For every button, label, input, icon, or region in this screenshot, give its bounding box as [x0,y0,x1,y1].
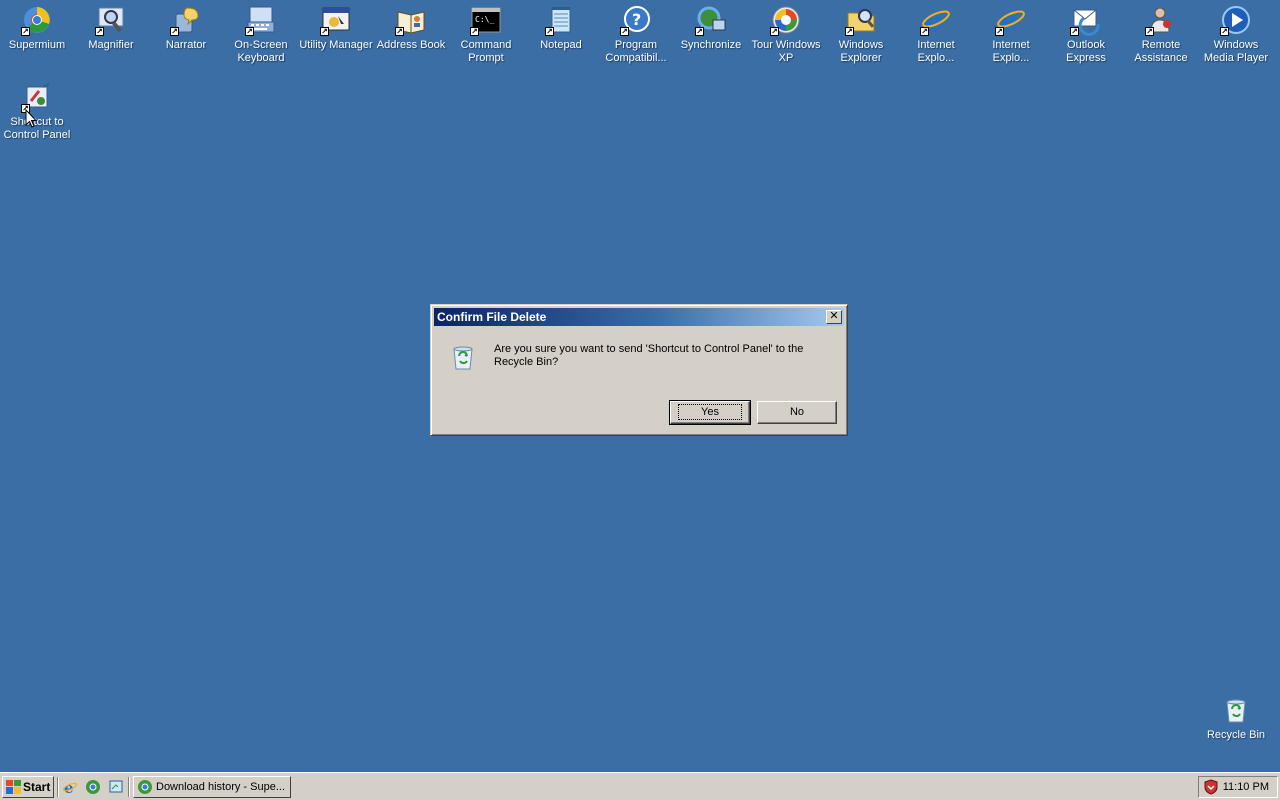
show-desktop-icon[interactable] [108,779,124,795]
supermium-icon: ↗ [21,4,53,36]
supermium-icon [138,780,152,794]
tour-icon: ↗ [770,4,802,36]
desktop-icon-remote-assistance[interactable]: ↗ Remote Assistance [1124,2,1198,65]
clock[interactable]: 11:10 PM [1223,777,1269,797]
supermium-icon[interactable] [85,779,101,795]
desktop-icon-program-compatibility[interactable]: ? ↗ Program Compatibil... [599,2,673,65]
mouse-cursor-icon [25,109,37,128]
desktop-icon-control-panel-shortcut[interactable]: ↗ Shortcut to Control Panel [0,79,74,142]
dialog-message: Are you sure you want to send 'Shortcut … [494,343,804,368]
desktop-icon-command-prompt[interactable]: C:\_ ↗ Command Prompt [449,2,523,65]
quick-launch-separator [57,777,59,797]
yes-button-label: Yes [678,404,742,420]
desktop-icon-narrator[interactable]: ↗ Narrator [149,2,223,52]
desktop-icon-recycle-bin[interactable]: Recycle Bin [1199,692,1273,742]
recycle-bin-icon [1220,694,1252,726]
svg-text:C:\_: C:\_ [475,15,494,24]
utility-manager-icon: ↗ [320,4,352,36]
system-tray: 11:10 PM [1198,776,1278,798]
folder-icon: ↗ [845,4,877,36]
yes-button[interactable]: Yes [669,400,751,425]
quick-launch-separator [128,777,130,797]
windows-flag-icon [6,780,21,794]
dialog-titlebar[interactable]: Confirm File Delete ✕ [434,308,844,326]
help-icon: ? ↗ [620,4,652,36]
no-button-label: No [789,406,805,418]
desktop-icon-windows-explorer[interactable]: ↗ Windows Explorer [824,2,898,65]
desktop-icon-internet-explorer-1[interactable]: e ↗ Internet Explo... [899,2,973,65]
desktop-icon-magnifier[interactable]: ↗ Magnifier [74,2,148,52]
notepad-icon: ↗ [545,4,577,36]
internet-explorer-icon: e ↗ [995,4,1027,36]
magnifier-icon: ↗ [95,4,127,36]
remote-assistance-icon: ↗ [1145,4,1177,36]
synchronize-icon: ↗ [695,4,727,36]
desktop-icon-synchronize[interactable]: ↗ Synchronize [674,2,748,52]
desktop-icon-outlook-express[interactable]: ↗ Outlook Express [1049,2,1123,65]
internet-explorer-icon: e ↗ [920,4,952,36]
desktop-icon-supermium[interactable]: ↗ Supermium [0,2,74,52]
confirm-file-delete-dialog[interactable]: Confirm File Delete ✕ Are you sure you w… [430,304,848,436]
taskbar: Start e Download history - Supe... 11:10… [0,772,1280,800]
security-shield-icon[interactable] [1203,779,1219,795]
start-label: Start [23,780,51,794]
desktop-icon-windows-media-player[interactable]: ↗ Windows Media Player [1199,2,1273,65]
desktop-icon-tour-windows-xp[interactable]: ↗ Tour Windows XP [749,2,823,65]
dialog-close-button[interactable]: ✕ [826,310,842,324]
taskbar-button-download-history[interactable]: Download history - Supe... [133,776,291,798]
media-player-icon: ↗ [1220,4,1252,36]
keyboard-icon: ↗ [245,4,277,36]
dialog-title: Confirm File Delete [437,310,547,324]
address-book-icon: ↗ [395,4,427,36]
desktop-icon-notepad[interactable]: ↗ Notepad [524,2,598,52]
svg-text:?: ? [632,10,641,29]
close-icon: ✕ [829,310,839,322]
command-prompt-icon: C:\_ ↗ [470,4,502,36]
narrator-icon: ↗ [170,4,202,36]
internet-explorer-icon[interactable]: e [62,779,78,795]
start-button[interactable]: Start [2,776,54,798]
outlook-express-icon: ↗ [1070,4,1102,36]
desktop-icon-internet-explorer-2[interactable]: e ↗ Internet Explo... [974,2,1048,65]
no-button[interactable]: No [757,401,837,424]
taskbar-button-label: Download history - Supe... [156,781,286,793]
desktop-icon-address-book[interactable]: ↗ Address Book [374,2,448,52]
recycle-bin-icon [447,341,479,373]
desktop-icon-on-screen-keyboard[interactable]: ↗ On-Screen Keyboard [224,2,298,65]
desktop[interactable]: ↗ Supermium ↗ Magnifier ↗ Narrator ↗ On-… [0,0,1280,772]
desktop-icon-utility-manager[interactable]: ↗ Utility Manager [299,2,373,52]
